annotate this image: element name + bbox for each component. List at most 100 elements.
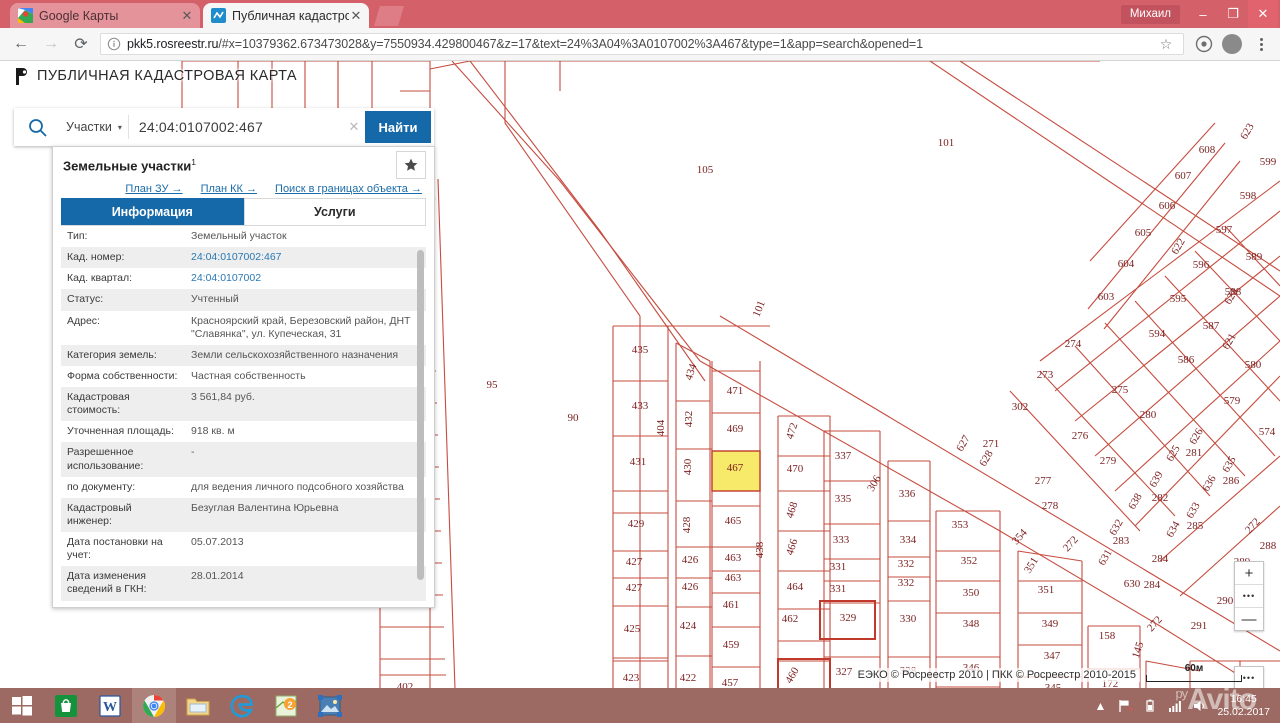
flag-icon[interactable]: ✕ (1117, 698, 1133, 714)
parcel-label[interactable]: 433 (632, 400, 649, 412)
parcel-label[interactable]: 302 (1012, 401, 1029, 413)
parcel-label[interactable]: 599 (1260, 156, 1277, 168)
parcel-label[interactable]: 435 (632, 344, 649, 356)
parcel-label[interactable]: 327 (836, 666, 853, 678)
parcel-label[interactable]: 598 (1240, 190, 1257, 202)
parcel-label[interactable]: 427 (626, 556, 643, 568)
attribute-value[interactable]: 24:04:0107002:467 (185, 247, 426, 269)
chrome-button[interactable] (132, 688, 176, 723)
search-input-value[interactable]: 24:04:0107002:467 (139, 119, 343, 135)
parcel-label[interactable]: 626 (1187, 426, 1206, 447)
parcel-label[interactable]: 604 (1118, 258, 1135, 270)
parcel-label[interactable]: 335 (835, 493, 852, 505)
parcel-label[interactable]: 470 (787, 463, 804, 475)
browser-tab-pkk[interactable]: Публичная кадастрова ✕ (203, 3, 369, 28)
search-input[interactable]: 24:04:0107002:467 ✕ (131, 108, 365, 146)
parcel-label[interactable]: 282 (1152, 492, 1169, 504)
parcel-label[interactable]: 426 (682, 554, 699, 566)
link-plan-kk[interactable]: План КК → (201, 183, 257, 195)
parcel-label[interactable]: 595 (1170, 293, 1187, 305)
maximize-button[interactable]: ❐ (1218, 0, 1248, 28)
parcel-label[interactable]: 273 (1037, 369, 1054, 381)
parcel-label[interactable]: 466 (784, 537, 801, 557)
link-plan-zu[interactable]: План ЗУ → (125, 183, 182, 195)
parcel-label[interactable]: 332 (898, 558, 915, 570)
zoom-slider-handle[interactable]: ••• (1235, 585, 1263, 608)
parcel-label[interactable]: 272 (1061, 534, 1081, 554)
parcel-label[interactable]: 434 (683, 362, 700, 382)
parcel-label[interactable]: 272 (1145, 614, 1165, 634)
parcel-label[interactable]: 596 (1193, 259, 1210, 271)
parcel-label[interactable]: 628 (977, 448, 996, 469)
store-button[interactable] (44, 688, 88, 723)
parcel-label[interactable]: 580 (1245, 359, 1262, 371)
parcel-label[interactable]: 158 (1099, 630, 1116, 642)
new-tab-button[interactable] (374, 6, 404, 26)
parcel-label[interactable]: 635 (1220, 454, 1239, 475)
search-type-select[interactable]: Участки ▾ (60, 115, 129, 139)
parcel-label[interactable]: 291 (1191, 620, 1208, 632)
parcel-label[interactable]: 275 (1112, 384, 1129, 396)
parcel-label[interactable]: 347 (1044, 650, 1061, 662)
parcel-label[interactable]: 594 (1149, 328, 1166, 340)
search-bar[interactable]: Участки ▾ 24:04:0107002:467 ✕ Найти (14, 108, 434, 146)
zoom-controls[interactable]: + ••• — (1234, 561, 1264, 631)
parcel-label[interactable]: 354 (1010, 526, 1030, 547)
parcel-label[interactable]: 90 (568, 412, 580, 424)
parcel-label[interactable]: 330 (900, 613, 917, 625)
parcel-label[interactable]: 574 (1259, 426, 1276, 438)
parcel-label[interactable]: 586 (1178, 354, 1195, 366)
parcel-label[interactable]: 587 (1203, 320, 1220, 332)
parcel-label[interactable]: 430 (682, 458, 694, 475)
parcel-label[interactable]: 457 (722, 677, 739, 688)
parcel-label[interactable]: 426 (682, 581, 699, 593)
parcel-label[interactable]: 606 (1159, 200, 1176, 212)
forward-icon[interactable]: → (36, 29, 66, 59)
clock[interactable]: 16:45 25.02.2017 (1217, 693, 1274, 717)
parcel-label[interactable]: 337 (835, 450, 852, 462)
parcel-label[interactable]: 460 (783, 665, 802, 686)
tab-information[interactable]: Информация (61, 198, 244, 225)
attributes-scroll-area[interactable]: Тип: Земельный участок Кад. номер: 24:04:01… (61, 226, 426, 607)
parcel-label[interactable]: 350 (963, 587, 980, 599)
parcel-label[interactable]: 281 (1186, 447, 1203, 459)
parcel-label[interactable]: 95 (487, 379, 499, 391)
parcel-label[interactable]: 638 (1126, 491, 1145, 512)
parcel-label[interactable]: 105 (697, 164, 714, 176)
parcel-label[interactable]: 462 (782, 613, 799, 625)
parcel-label[interactable]: 349 (1042, 618, 1059, 630)
page-info-icon[interactable] (107, 37, 121, 51)
parcel-label[interactable]: 464 (787, 581, 804, 593)
browser-tab-google-maps[interactable]: Google Карты ✕ (10, 3, 200, 28)
parcel-label[interactable]: 431 (630, 456, 647, 468)
parcel-label[interactable]: 288 (1260, 540, 1277, 552)
parcel-label[interactable]: 459 (723, 639, 740, 651)
zoom-out-button[interactable]: — (1235, 608, 1263, 630)
parcel-label[interactable]: 272 (1243, 516, 1263, 536)
parcel-label[interactable]: 351 (1022, 555, 1041, 575)
panel-scrollbar[interactable] (417, 250, 424, 580)
parcel-label[interactable]: 621 (1220, 331, 1239, 351)
speaker-icon[interactable] (1192, 698, 1208, 714)
parcel-label[interactable]: 622 (1169, 236, 1188, 256)
parcel-label[interactable]: 336 (899, 488, 916, 500)
parcel-label[interactable]: 402 (397, 681, 414, 688)
parcel-label[interactable]: 423 (623, 672, 640, 684)
edge-button[interactable] (220, 688, 264, 723)
parcel-label[interactable]: 438 (754, 541, 766, 558)
signal-icon[interactable] (1167, 698, 1183, 714)
parcel-label[interactable]: 461 (723, 599, 740, 611)
close-icon[interactable]: ✕ (349, 9, 363, 23)
parcel-label[interactable]: 101 (751, 299, 768, 319)
parcel-label[interactable]: 276 (1072, 430, 1089, 442)
parcel-label[interactable]: 607 (1175, 170, 1192, 182)
extension-icon-1[interactable] (1192, 32, 1216, 56)
parcel-label[interactable]: 145 (1130, 640, 1147, 660)
parcel-label[interactable]: 630 (1124, 578, 1141, 590)
parcel-label[interactable]: 425 (624, 623, 641, 635)
address-bar[interactable]: pkk5.rosreestr.ru/#x=10379362.673473028&… (100, 33, 1184, 55)
parcel-label[interactable]: 422 (680, 672, 697, 684)
parcel-label[interactable]: 277 (1035, 475, 1052, 487)
parcel-label[interactable]: 639 (1147, 469, 1166, 490)
parcel-label[interactable]: 608 (1199, 144, 1216, 156)
